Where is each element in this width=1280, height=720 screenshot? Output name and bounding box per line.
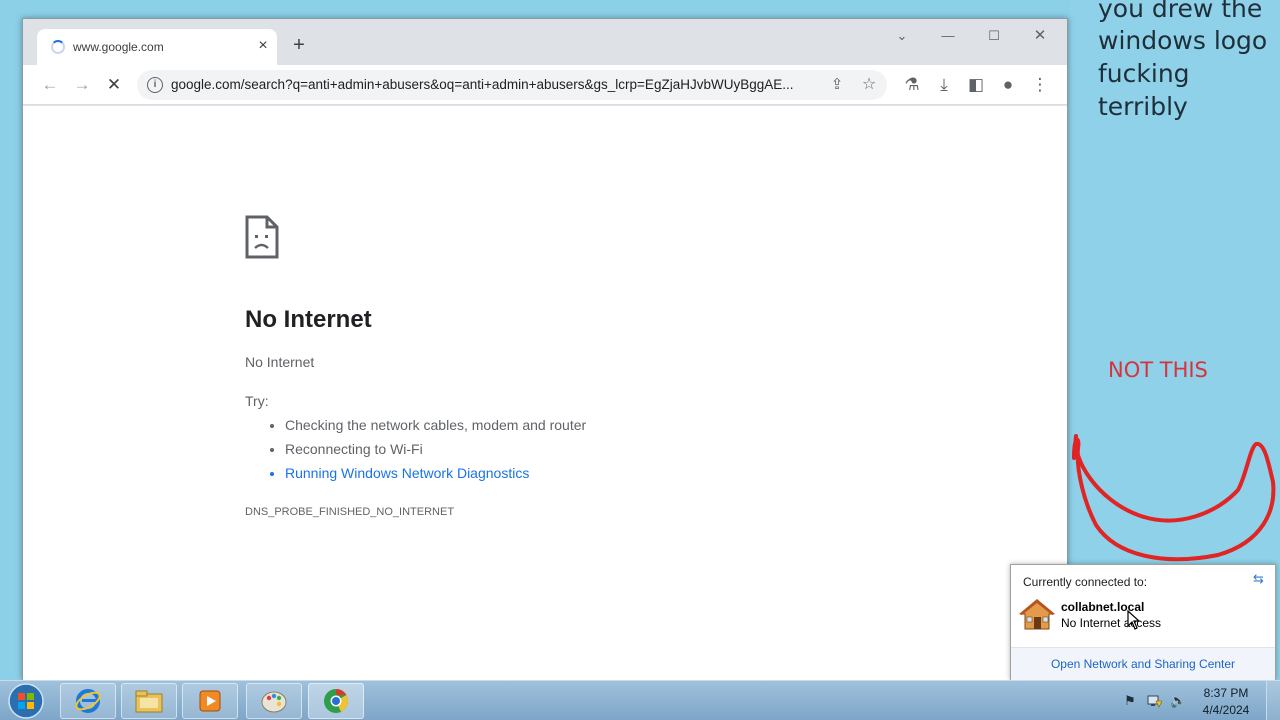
network-tray-icon[interactable] bbox=[1146, 693, 1162, 709]
suggestion-item: Reconnecting to Wi-Fi bbox=[285, 440, 586, 464]
error-code: DNS_PROBE_FINISHED_NO_INTERNET bbox=[245, 506, 455, 518]
page-viewport: No Internet No Internet Try: Checking th… bbox=[23, 106, 1067, 680]
chrome-icon bbox=[324, 689, 349, 713]
sad-page-icon bbox=[245, 215, 279, 259]
tab-title: www.google.com bbox=[73, 40, 164, 54]
taskbar-internet-explorer[interactable] bbox=[60, 683, 116, 719]
profile-avatar-icon[interactable]: ● bbox=[995, 73, 1021, 97]
open-network-sharing-center-link[interactable]: Open Network and Sharing Center bbox=[1011, 657, 1275, 671]
taskbar-media-player[interactable] bbox=[182, 683, 238, 719]
chrome-labs-icon[interactable]: ⚗ bbox=[899, 73, 925, 97]
network-flyout-footer: Open Network and Sharing Center bbox=[1011, 647, 1275, 681]
maximize-button[interactable]: ☐ bbox=[979, 25, 1009, 47]
paint-handwriting-line: windows logo bbox=[1098, 26, 1268, 55]
folder-icon bbox=[135, 690, 163, 713]
tab-close-button[interactable]: × bbox=[253, 35, 273, 57]
error-subheading: No Internet bbox=[245, 354, 315, 370]
forward-button[interactable]: → bbox=[69, 73, 95, 97]
taskbar-paint[interactable] bbox=[246, 683, 302, 719]
media-player-icon bbox=[199, 690, 221, 712]
network-diagnostics-link[interactable]: Running Windows Network Diagnostics bbox=[285, 464, 586, 488]
loading-spinner-icon bbox=[51, 40, 65, 54]
paint-handwriting-line: fucking terribly bbox=[1098, 59, 1190, 121]
suggestion-item: Checking the network cables, modem and r… bbox=[285, 416, 586, 440]
tab-google[interactable]: www.google.com × bbox=[37, 29, 277, 65]
show-desktop-button[interactable] bbox=[1266, 681, 1280, 720]
site-info-icon[interactable]: i bbox=[147, 77, 163, 93]
internet-explorer-icon bbox=[75, 689, 101, 713]
chrome-menu-icon[interactable]: ⋮ bbox=[1027, 73, 1053, 97]
close-window-button[interactable]: ✕ bbox=[1025, 25, 1055, 47]
network-flyout-header: Currently connected to: bbox=[1023, 575, 1148, 589]
paint-palette-icon bbox=[261, 691, 287, 713]
new-tab-button[interactable]: + bbox=[287, 33, 311, 57]
action-center-flag-icon[interactable]: ⚑ bbox=[1122, 693, 1138, 709]
minimize-button[interactable]: — bbox=[933, 25, 963, 47]
address-bar[interactable]: i google.com/search?q=anti+admin+abusers… bbox=[137, 70, 887, 100]
volume-muted-icon[interactable]: 🔈 bbox=[1170, 693, 1186, 709]
start-button[interactable] bbox=[4, 681, 48, 720]
taskbar: ⚑ 🔈 8:37 PM 4/4/2024 bbox=[0, 680, 1280, 720]
bookmark-star-icon[interactable]: ☆ bbox=[859, 75, 879, 95]
share-icon[interactable]: ⇪ bbox=[827, 75, 847, 95]
chrome-window: www.google.com × + ⌄ — ☐ ✕ ← → ✕ i googl… bbox=[22, 18, 1068, 680]
mouse-cursor-icon bbox=[1127, 610, 1141, 630]
error-heading: No Internet bbox=[245, 306, 372, 333]
download-icon[interactable]: ⤓ bbox=[931, 73, 957, 97]
browser-toolbar: ← → ✕ i google.com/search?q=anti+admin+a… bbox=[23, 65, 1067, 105]
side-panel-icon[interactable]: ◧ bbox=[963, 73, 989, 97]
stop-loading-button[interactable]: ✕ bbox=[101, 73, 127, 97]
tab-search-button[interactable]: ⌄ bbox=[887, 25, 917, 47]
suggestion-list: Checking the network cables, modem and r… bbox=[285, 416, 586, 488]
taskbar-windows-explorer[interactable] bbox=[121, 683, 177, 719]
network-status: No Internet access bbox=[1061, 616, 1162, 630]
paint-handwriting-line: you drew the bbox=[1098, 0, 1263, 23]
clock-date[interactable]: 4/4/2024 bbox=[1196, 703, 1256, 717]
home-network-icon bbox=[1019, 599, 1055, 630]
clock-time[interactable]: 8:37 PM bbox=[1196, 686, 1256, 700]
refresh-icon[interactable]: ⇆ bbox=[1253, 571, 1264, 587]
url-text[interactable]: google.com/search?q=anti+admin+abusers&o… bbox=[171, 77, 821, 92]
try-label: Try: bbox=[245, 393, 269, 409]
paint-not-this-text: NOT THIS bbox=[1108, 358, 1208, 382]
tab-strip: www.google.com × + ⌄ — ☐ ✕ bbox=[23, 19, 1067, 65]
network-flyout: Currently connected to: ⇆ collabnet.loca… bbox=[1010, 564, 1276, 681]
taskbar-chrome[interactable] bbox=[308, 683, 364, 719]
red-scribble-drawing bbox=[1072, 434, 1276, 562]
back-button[interactable]: ← bbox=[37, 73, 63, 97]
